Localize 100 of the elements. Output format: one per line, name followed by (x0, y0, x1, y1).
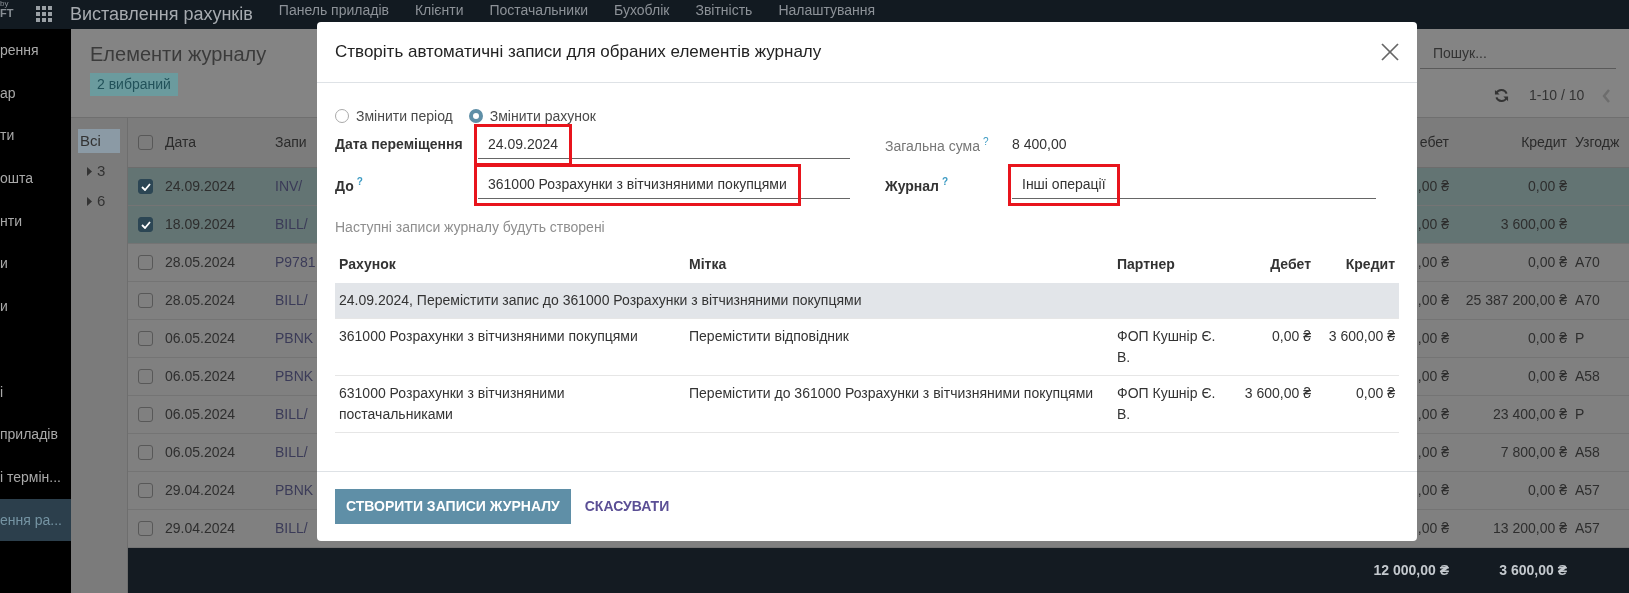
menu-item[interactable]: Звітність (695, 0, 753, 19)
apps-icon[interactable] (36, 6, 52, 22)
table-cell: Перемістити до 361000 Розрахунки з вітчизняними покупцями (685, 375, 1113, 432)
table-cell-text: 24.09.2024 (165, 177, 236, 196)
header-checkbox[interactable] (138, 135, 153, 150)
table-cell-text: BILL/ (275, 405, 308, 424)
menu-item[interactable]: Налаштування (778, 0, 876, 19)
logo-text: FT (0, 8, 15, 19)
table-cell-text: A58 (1575, 443, 1600, 462)
row-checkbox[interactable] (138, 331, 153, 346)
table-cell-text: BILL/ (275, 443, 308, 462)
column-header: Мітка (688, 254, 728, 274)
logo-text: by (0, 0, 10, 8)
sidebar-item[interactable]: нти (0, 199, 71, 243)
sidebar-item[interactable]: і (0, 370, 71, 414)
table-cell-text: P (1575, 405, 1585, 424)
table-cell-text: 0,00 ₴ (1528, 481, 1567, 500)
menu-item[interactable]: Постачальники (489, 0, 589, 19)
app-title[interactable]: Виставлення рахунків (70, 0, 253, 29)
table-cell-text: 06.05.2024 (165, 443, 236, 462)
row-checkbox[interactable] (138, 483, 153, 498)
table-cell-text: A70 (1575, 291, 1600, 310)
table-cell-text: 06.05.2024 (165, 367, 236, 386)
create-entries-button[interactable]: СТВОРИТИ ЗАПИСИ ЖУРНАЛУ (335, 488, 571, 524)
table-cell-text: INV/ (275, 177, 303, 196)
table-cell-text: PBNK (275, 481, 314, 500)
field-value: 8 400,00 (1012, 134, 1068, 154)
caret-icon[interactable] (87, 196, 92, 206)
field-label: Журнал $^{?}$ (885, 174, 950, 196)
table-cell-text: ,00 ₴ (1417, 519, 1449, 538)
input-field[interactable]: 24.09.2024 (478, 130, 850, 159)
table-cell-text: BILL/ (275, 519, 308, 538)
table-cell-text: ,00 ₴ (1417, 329, 1449, 348)
table-cell-text: 25 387 200,00 ₴ (1465, 291, 1567, 310)
sidebar-item[interactable]: ти (0, 114, 71, 158)
table-cell-text: 06.05.2024 (165, 329, 236, 348)
row-checkbox[interactable] (138, 521, 153, 536)
sidebar-item[interactable]: и (0, 285, 71, 328)
sidebar-item[interactable]: приладів (0, 413, 71, 456)
table-cell-text: ,00 ₴ (1417, 177, 1449, 196)
table-cell: 361000 Розрахунки з вітчизняними покупцями (335, 318, 685, 375)
group-header: 24.09.2024, Перемістити запис до 361000 Розрахунки з вітчизняними покупцями (335, 282, 1399, 318)
table-cell-text: PBNK (275, 367, 314, 386)
menu-item[interactable]: Клієнти (414, 0, 464, 19)
column-header: Рахунок (338, 254, 397, 274)
row-checkbox[interactable] (138, 445, 153, 460)
table-cell-text: PBNK (275, 329, 314, 348)
pager-text: 1-10 / 10 (1529, 86, 1585, 105)
menu-item[interactable]: Бухоблік (614, 0, 670, 19)
table-cell-text: 0,00 ₴ (1528, 253, 1567, 272)
info-text: Наступні записи журналу будуть створені (335, 217, 606, 237)
total-value: 12 000,00 ₴ (1373, 561, 1449, 580)
menu-item[interactable]: Панель приладів (278, 0, 389, 19)
sidebar-item[interactable]: ошта (0, 157, 71, 200)
table-cell: 3 600,00 ₴ (1231, 375, 1315, 432)
table-cell-text: 0,00 ₴ (1528, 329, 1567, 348)
table-cell-text: A58 (1575, 367, 1600, 386)
caret-icon[interactable] (87, 166, 92, 176)
row-checkbox[interactable] (138, 369, 153, 384)
table-cell: ФОП Кушнір Є. В. (1113, 318, 1231, 375)
row-checkbox[interactable] (138, 217, 153, 232)
table-cell-text: BILL/ (275, 215, 308, 234)
table-cell: 3 600,00 ₴ (1315, 318, 1399, 375)
table-cell-text: 0,00 ₴ (1528, 177, 1567, 196)
row-checkbox[interactable] (138, 293, 153, 308)
input-field[interactable]: 361000 Розрахунки з вітчизняними покупцями (478, 170, 850, 199)
table-cell-text: ,00 ₴ (1417, 367, 1449, 386)
sidebar-item[interactable]: рення (0, 29, 71, 72)
table-cell-text: ,00 ₴ (1417, 405, 1449, 424)
sidebar-item[interactable]: и (0, 242, 71, 286)
sidebar-item[interactable]: ар (0, 71, 71, 115)
filter-item[interactable]: Всі (78, 129, 120, 153)
close-icon[interactable] (1381, 42, 1399, 61)
table-cell-text: A57 (1575, 519, 1600, 538)
column-header: Партнер (1116, 254, 1176, 274)
row-checkbox[interactable] (138, 179, 153, 194)
row-checkbox[interactable] (138, 255, 153, 270)
table-cell-text: BILL/ (275, 291, 308, 310)
row-checkbox[interactable] (138, 407, 153, 422)
table-cell-text: A70 (1575, 253, 1600, 272)
field-label: До $^{?}$ (335, 174, 364, 196)
radio-label[interactable]: Змінити період (356, 105, 453, 127)
table-cell: Перемістити відповідник (685, 318, 1113, 375)
input-field[interactable]: Інші операції (1012, 170, 1376, 199)
search-field[interactable]: Пошук... (1420, 39, 1616, 69)
table-cell: 631000 Розрахунки з вітчизняними постачальниками (335, 375, 685, 432)
table-cell-text: 28.05.2024 (165, 253, 236, 272)
sidebar-item[interactable]: і термін... (0, 455, 71, 499)
table-cell-text: 7 800,00 ₴ (1500, 443, 1567, 462)
table-cell-text: ,00 ₴ (1417, 215, 1449, 234)
table-cell-text: 29.04.2024 (165, 481, 236, 500)
cancel-link[interactable]: СКАСУВАТИ (584, 495, 670, 517)
radio-button[interactable] (468, 109, 483, 123)
dialog-title: Створіть автоматичні записи для обраних елементів журналу (335, 41, 822, 63)
table-cell: ФОП Кушнір Є. В. (1113, 375, 1231, 432)
radio-button[interactable] (335, 109, 349, 123)
table-cell-text: 3 600,00 ₴ (1500, 215, 1567, 234)
refresh-icon[interactable] (1494, 88, 1509, 103)
radio-label[interactable]: Змінити рахунок (489, 105, 596, 127)
total-value: 3 600,00 ₴ (1499, 561, 1567, 580)
